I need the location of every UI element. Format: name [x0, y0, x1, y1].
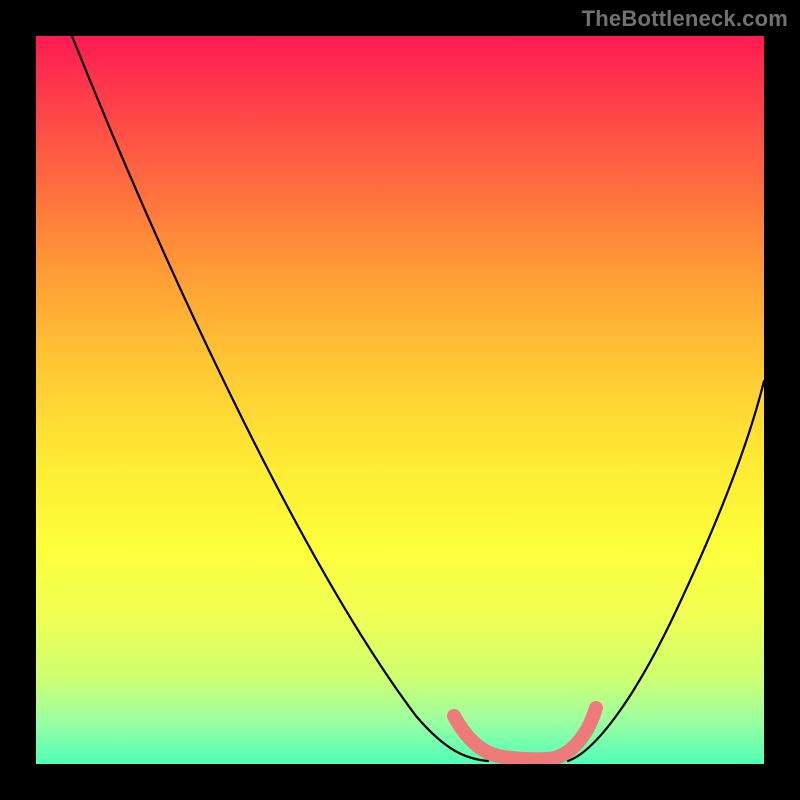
chart-svg — [36, 36, 764, 764]
curve-left — [72, 36, 488, 761]
trough-band — [454, 708, 596, 759]
watermark-text: TheBottleneck.com — [582, 6, 788, 32]
chart-area — [36, 36, 764, 764]
